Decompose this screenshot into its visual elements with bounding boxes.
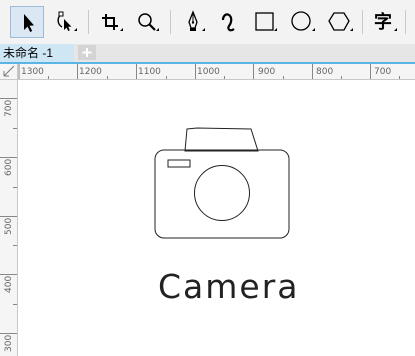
ruler-origin[interactable] [0,64,18,80]
ruler-h-label: 900 [258,67,275,77]
toolbar-separator [405,10,406,34]
crop-tool-icon[interactable] [94,6,128,38]
text-tool-glyph: 字 [374,11,392,33]
document-tab[interactable]: 未命名 -1 [0,44,74,62]
camera-viewfinder[interactable] [184,127,259,152]
camera-body[interactable] [154,149,290,239]
ruler-v-label: 300 [4,335,14,352]
document-tab-bar: 未命名 -1 [0,44,415,64]
ruler-h-label: 700 [374,67,391,77]
pick-tool-icon[interactable] [10,6,44,38]
ruler-v-label: 700 [4,100,14,117]
ruler-h-label: 1200 [79,67,102,77]
vertical-ruler[interactable]: 700 600 500 400 300 [0,80,18,356]
toolbar-separator [170,10,171,34]
zoom-tool-icon[interactable] [130,6,164,38]
camera-text[interactable]: Camera [158,267,300,306]
ellipse-tool-icon[interactable] [286,6,320,38]
plus-icon [82,48,92,57]
document-tab-label: 未命名 -1 [3,46,54,60]
ruler-h-label: 1100 [138,67,161,77]
polygon-tool-icon[interactable] [324,6,358,38]
artistic-media-tool-icon[interactable] [212,6,246,38]
ruler-v-label: 400 [4,276,14,293]
shape-tool-icon[interactable] [48,6,82,38]
pen-tool-icon[interactable] [176,6,210,38]
text-tool-icon[interactable]: 字 [368,6,402,38]
ruler-v-label: 500 [4,218,14,235]
ruler-h-label: 1300 [21,67,44,77]
ruler-v-label: 600 [4,159,14,176]
toolbar-separator [362,10,363,34]
camera-drawing[interactable] [18,80,415,356]
toolbox: 字 [0,0,415,44]
ruler-origin-icon [3,65,15,77]
app-window: 字 未命名 -1 1300 1200 1100 1000 900 800 700… [0,0,415,356]
drawing-canvas[interactable]: Camera [18,80,415,356]
toolbar-separator [88,10,89,34]
rectangle-tool-icon[interactable] [248,6,282,38]
ruler-h-label: 800 [316,67,333,77]
new-tab-button[interactable] [78,45,96,60]
ruler-h-label: 1000 [197,67,220,77]
horizontal-ruler[interactable]: 1300 1200 1100 1000 900 800 700 [18,64,415,80]
camera-flash[interactable] [167,159,191,168]
camera-lens[interactable] [194,165,250,221]
